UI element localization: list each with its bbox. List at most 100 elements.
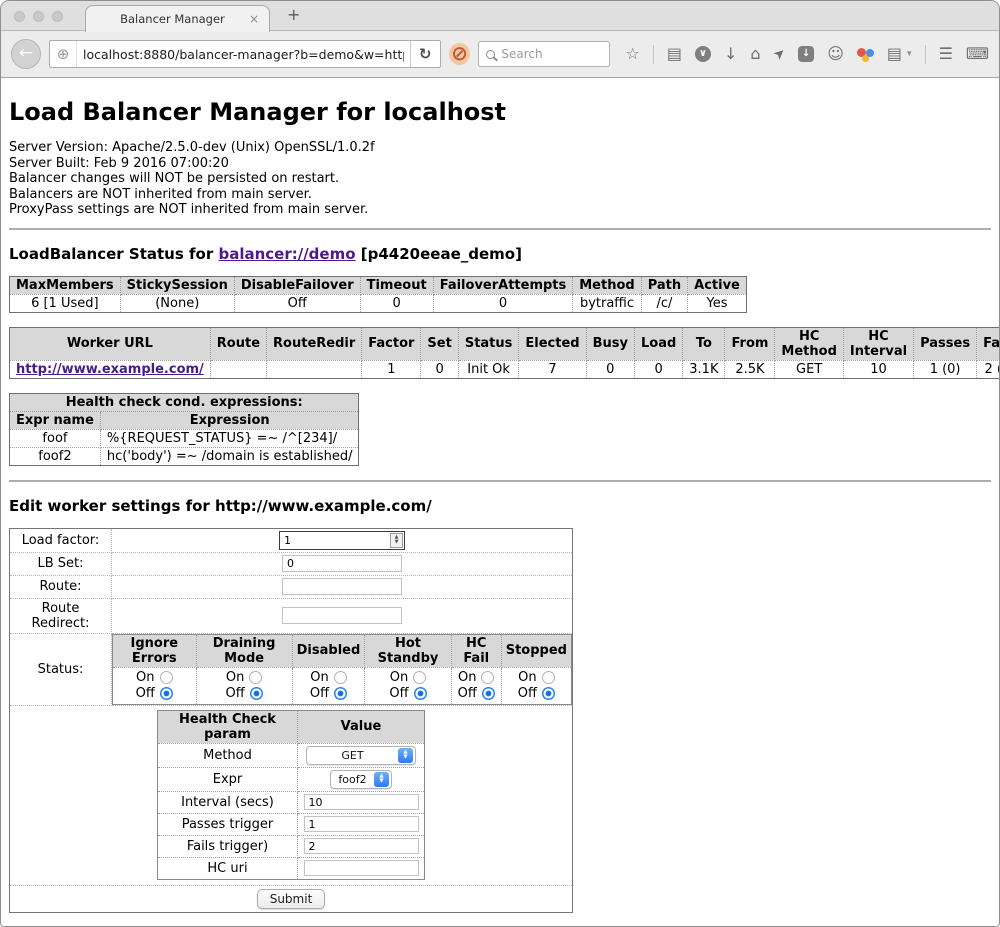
stopped-off-radio[interactable] [542,687,555,700]
hc-interval-input[interactable] [304,794,419,810]
save-page-icon[interactable]: ↓ [798,46,814,62]
route-redirect-input[interactable] [282,607,402,624]
col-routeredir: RouteRedir [267,327,362,360]
col-hc-fail: HC Fail [451,634,501,667]
draining-mode-on-radio[interactable] [249,671,262,684]
hc-fails-input[interactable] [304,838,419,854]
hc-expr-title: Health check cond. expressions: [10,393,359,411]
balancer-demo-link[interactable]: balancer://demo [218,245,355,263]
on-label: On [390,670,408,685]
reading-list-icon[interactable]: ▤ [667,46,682,62]
proxypass-note-line: ProxyPass settings are NOT inherited fro… [9,202,991,218]
hc-uri-input[interactable] [304,860,419,876]
lb-set-input[interactable] [282,555,402,572]
clipboard-extension-icon[interactable]: ▤ [887,46,902,62]
number-stepper-icon[interactable]: ▲▼ [390,533,403,548]
stopped-cell: On Off [501,667,571,704]
window-minimize-button[interactable] [33,11,44,22]
cell-expr-name: foof2 [10,447,101,465]
cell-elected: 7 [519,360,586,378]
col-set: Set [421,327,458,360]
search-input[interactable] [501,47,591,61]
cell-timeout: 0 [360,294,433,312]
page-content: Load Balancer Manager for localhost Serv… [1,78,999,926]
col-from: From [725,327,775,360]
table-header-row: Worker URL Route RouteRedir Factor Set S… [10,327,1000,360]
col-timeout: Timeout [360,276,433,294]
home-icon[interactable]: ⌂ [750,46,760,62]
cell-path: /c/ [641,294,687,312]
url-input[interactable] [77,41,410,67]
load-factor-input[interactable] [280,534,390,547]
menu-hamburger-icon[interactable]: ☰ [939,46,953,62]
table-header-row: Expr name Expression [10,411,359,429]
stopped-on-radio[interactable] [542,671,555,684]
draining-mode-off-radio[interactable] [250,687,263,700]
ignore-errors-on-radio[interactable] [160,671,173,684]
content-blocker-icon[interactable]: ⊘ [449,43,471,65]
bookmark-star-icon[interactable]: ☆ [625,46,639,62]
back-button[interactable]: ← [11,39,41,69]
off-label: Off [389,686,408,701]
col-status: Status [458,327,519,360]
col-to: To [683,327,725,360]
hc-method-select[interactable]: GET▲▼ [306,746,416,765]
new-tab-button[interactable]: + [287,5,300,24]
hc-fail-on-radio[interactable] [481,671,494,684]
pocket-icon[interactable]: ∨ [695,46,711,62]
tab-balancer-manager[interactable]: Balancer Manager × [85,5,270,32]
col-method: Method [573,276,641,294]
col-busy: Busy [586,327,634,360]
col-expr-name: Expr name [10,411,101,429]
chevron-down-icon[interactable]: ▾ [907,49,912,59]
downloads-icon[interactable]: ↓ [724,46,737,62]
hc-expr-row: Expr foof2▲▼ [158,767,425,791]
divider [9,480,991,482]
persist-note-line: Balancer changes will NOT be persisted o… [9,171,991,187]
route-input[interactable] [282,578,402,595]
table-header-row: Health Check param Value [158,710,425,743]
hc-passes-input[interactable] [304,816,419,832]
ignore-errors-cell: On Off [113,667,197,704]
hc-expr-select[interactable]: foof2▲▼ [330,770,392,789]
hc-method-row: Method GET▲▼ [158,743,425,767]
window-close-button[interactable] [14,11,25,22]
form-row-route: Route: [10,575,573,598]
tab-close-icon[interactable]: × [249,12,259,26]
window-zoom-button[interactable] [52,11,63,22]
hc-fails-row: Fails trigger) [158,835,425,857]
col-path: Path [641,276,687,294]
server-info: Server Version: Apache/2.5.0-dev (Unix) … [9,140,991,218]
disabled-on-radio[interactable] [334,671,347,684]
cell-fails: 2 (0) [977,360,999,378]
keyboard-extension-icon[interactable]: ⌨ [966,46,989,62]
col-elected: Elected [519,327,586,360]
table-row: foof %{REQUEST_STATUS} =~ /^[234]/ [10,429,359,447]
col-stickysession: StickySession [120,276,234,294]
cell-failoverattempts: 0 [433,294,573,312]
cell-set: 0 [421,360,458,378]
select-chevrons-icon: ▲▼ [374,772,389,787]
cell-factor: 1 [362,360,421,378]
hot-standby-on-radio[interactable] [413,671,426,684]
submit-button[interactable]: Submit [257,889,326,909]
ignore-errors-off-radio[interactable] [160,687,173,700]
status-options-table: Ignore Errors Draining Mode Disabled Hot… [112,634,572,705]
col-fails: Fails [977,327,999,360]
reload-icon[interactable]: ↻ [410,41,440,67]
col-passes: Passes [914,327,977,360]
extension-colored-dots-icon[interactable] [857,46,874,62]
on-label: On [458,670,476,685]
hot-standby-off-radio[interactable] [414,687,427,700]
worker-url-link[interactable]: http://www.example.com/ [16,362,204,377]
feedback-smiley-icon[interactable]: ☺ [827,46,844,62]
hc-fail-off-radio[interactable] [482,687,495,700]
send-tab-icon[interactable]: ➤ [770,44,789,64]
off-label: Off [518,686,537,701]
site-identity-globe-icon[interactable]: ⊕ [50,41,77,67]
col-stopped: Stopped [501,634,571,667]
navigation-bar: ← ⊕ ↻ ⊘ ☆ ▤ ∨ ↓ ⌂ ➤ ↓ ☺ ▤ ▾ ☰ ⌨ [1,31,999,78]
col-draining-mode: Draining Mode [196,634,292,667]
status-label: Status: [10,633,112,705]
disabled-off-radio[interactable] [334,687,347,700]
